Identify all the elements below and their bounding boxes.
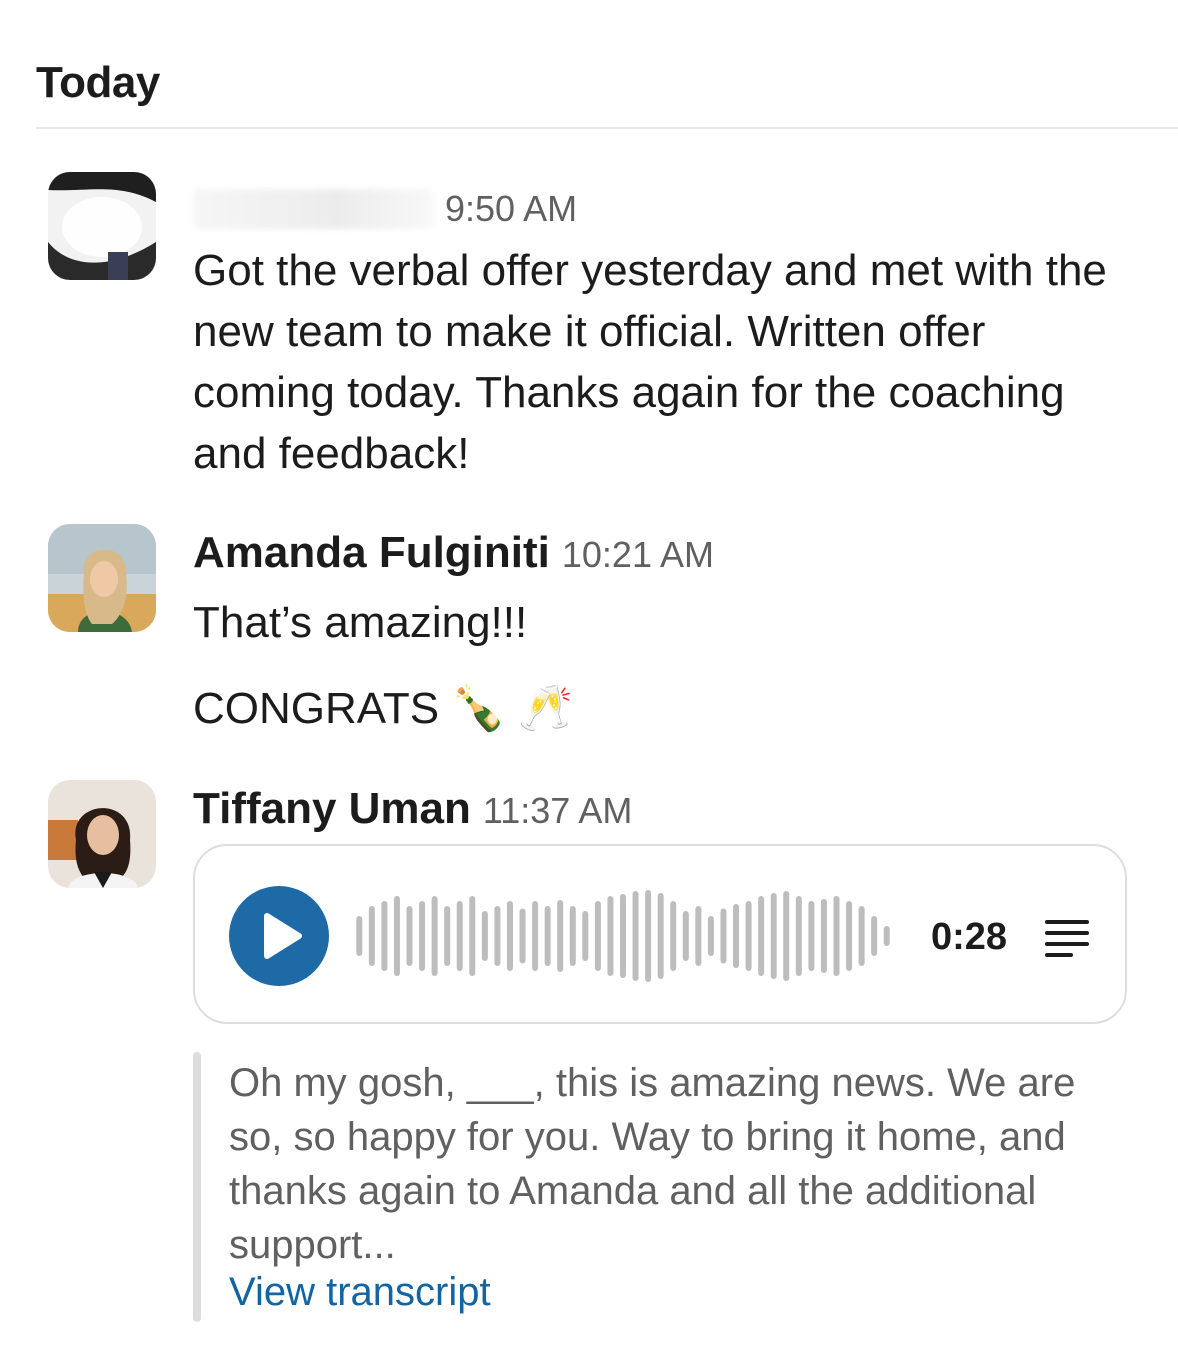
play-icon: [264, 913, 302, 959]
message-1-header: 9:50 AM: [193, 182, 577, 232]
sender-name-redacted[interactable]: [193, 189, 433, 230]
waveform-bar: [368, 906, 375, 966]
waveform-bar: [733, 904, 740, 968]
waveform-bar: [406, 906, 413, 966]
waveform-bar: [883, 926, 890, 946]
waveform-bar: [833, 896, 840, 976]
timestamp[interactable]: 9:50 AM: [445, 188, 577, 229]
day-header: Today: [36, 58, 160, 107]
waveform-bar: [670, 901, 677, 971]
timestamp[interactable]: 10:21 AM: [562, 534, 714, 575]
transcript-preview: Oh my gosh, ___, this is amazing news. W…: [193, 1052, 1093, 1322]
waveform-bar: [682, 911, 689, 961]
waveform-bar: [645, 890, 652, 982]
waveform-bar: [657, 893, 664, 979]
waveform-bar: [808, 901, 815, 971]
message-text: That’s amazing!!!: [193, 598, 528, 647]
waveform-bar: [481, 911, 488, 961]
audio-duration: 0:28: [931, 916, 1008, 958]
waveform-bar: [469, 896, 476, 976]
timestamp[interactable]: 11:37 AM: [483, 790, 632, 831]
waveform-bar: [607, 896, 614, 976]
waveform-bar: [544, 906, 551, 966]
transcript-text: Oh my gosh, ___, this is amazing news. W…: [229, 1061, 1076, 1267]
transcript-icon[interactable]: [1043, 918, 1091, 958]
message-3-header: Tiffany Uman 11:37 AM: [193, 784, 632, 834]
waveform-bar: [795, 896, 802, 976]
waveform-bar: [456, 901, 463, 971]
avatar-blurred[interactable]: [48, 172, 156, 280]
waveform-bar: [569, 906, 576, 966]
waveform-bar: [506, 901, 513, 971]
waveform-bar: [871, 916, 878, 956]
waveform-bar: [419, 901, 426, 971]
message-2-header: Amanda Fulginiti 10:21 AM: [193, 528, 714, 578]
message-text: Got the verbal offer yesterday and met w…: [193, 246, 1107, 478]
waveform-bar: [494, 906, 501, 966]
audio-clip[interactable]: 0:28: [193, 844, 1127, 1024]
play-button[interactable]: [229, 886, 329, 986]
sender-name[interactable]: Tiffany Uman: [193, 784, 471, 833]
waveform-bar: [632, 891, 639, 981]
avatar-tiffany[interactable]: [48, 780, 156, 888]
audio-waveform[interactable]: [353, 890, 893, 982]
waveform-bar: [783, 891, 790, 981]
day-divider: [36, 127, 1178, 129]
view-transcript-link[interactable]: View transcript: [229, 1270, 491, 1315]
waveform-bar: [758, 896, 765, 976]
quote-bar: [193, 1052, 201, 1322]
sender-name[interactable]: Amanda Fulginiti: [193, 528, 550, 577]
waveform-bar: [720, 908, 727, 964]
waveform-bar: [444, 906, 451, 966]
waveform-bar: [431, 896, 438, 976]
waveform-bar: [745, 901, 752, 971]
waveform-bar: [381, 901, 388, 971]
waveform-bar: [557, 900, 564, 972]
waveform-bar: [532, 901, 539, 971]
waveform-bar: [356, 916, 363, 956]
waveform-bar: [519, 908, 526, 964]
message-text-congrats: CONGRATS 🍾 🥂: [193, 684, 574, 733]
waveform-bar: [820, 899, 827, 973]
waveform-bar: [695, 906, 702, 966]
waveform-bar: [846, 901, 853, 971]
waveform-bar: [594, 901, 601, 971]
waveform-bar: [582, 911, 589, 961]
avatar-amanda[interactable]: [48, 524, 156, 632]
waveform-bar: [707, 916, 714, 956]
waveform-bar: [770, 893, 777, 979]
waveform-bar: [858, 906, 865, 966]
waveform-bar: [393, 896, 400, 976]
waveform-bar: [620, 894, 626, 978]
